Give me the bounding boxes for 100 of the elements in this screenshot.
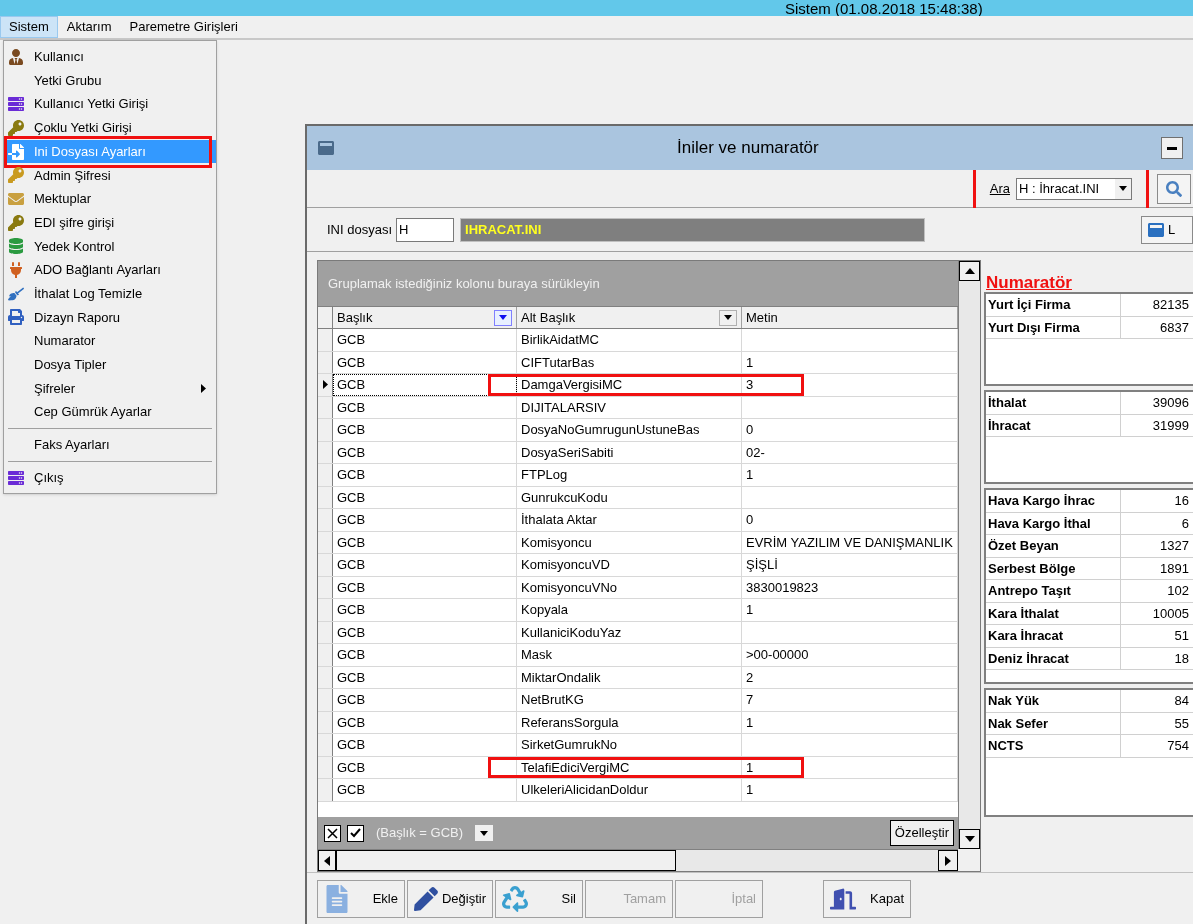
menu-item[interactable]: EDI şifre girişi xyxy=(4,210,216,235)
menu-item[interactable]: Çoklu Yetki Girişi xyxy=(4,116,216,140)
search-icon xyxy=(1166,180,1182,197)
caret-icon xyxy=(724,315,732,320)
filter-dropdown-button[interactable] xyxy=(494,309,512,326)
menu-item[interactable]: Faks Ayarları xyxy=(4,433,216,457)
window-icon xyxy=(1148,221,1164,238)
scroll-up-icon xyxy=(964,268,975,274)
table-cell: BirlikAidatMC xyxy=(517,329,742,351)
customize-button[interactable]: Özelleştir xyxy=(889,820,954,846)
menu-item[interactable]: Yedek Kontrol xyxy=(4,234,216,259)
minimize-button[interactable] xyxy=(1161,137,1183,159)
table-row[interactable]: GCB BirlikAidatMC xyxy=(318,329,958,352)
menu-bar-item[interactable]: Sistem xyxy=(0,16,58,38)
menu-item[interactable]: Mektuplar xyxy=(4,187,216,211)
menu-item-icon xyxy=(8,238,24,255)
menu-item[interactable]: Admin Şifresi xyxy=(4,163,216,188)
column-header[interactable]: Başlık xyxy=(333,307,517,328)
menu-item[interactable]: Numarator xyxy=(4,329,216,353)
table-cell: GCB xyxy=(333,734,517,756)
table-row[interactable]: GCB UlkeleriAlicidanDoldur 1 xyxy=(318,779,958,802)
numerator-label: Kara İhracat xyxy=(986,625,1121,647)
menu-item-icon xyxy=(8,309,24,326)
row-indicator[interactable] xyxy=(318,374,333,396)
menu-item[interactable]: Şifreler xyxy=(4,376,216,401)
numerator-value: 102 xyxy=(1166,582,1190,600)
table-cell: İthalata Aktar xyxy=(517,509,742,531)
table-row[interactable]: GCB Mask >00-00000 xyxy=(318,644,958,667)
menu-item[interactable]: İthalat Log Temizle xyxy=(4,281,216,306)
table-row[interactable]: GCB ReferansSorgula 1 xyxy=(318,711,958,734)
table-cell: GCB xyxy=(333,351,517,373)
table-row[interactable]: GCB KomisyoncuVNo 3830019823 xyxy=(318,576,958,599)
menu-bar-item[interactable]: Paremetre Girişleri xyxy=(120,16,247,38)
table-cell: GCB xyxy=(333,599,517,621)
table-cell: GCB xyxy=(333,396,517,418)
table-row[interactable]: GCB DamgaVergisiMC 3 xyxy=(318,374,958,397)
caret-icon xyxy=(480,830,489,836)
table-row[interactable]: GCB Komisyoncu EVRİM YAZILIM VE DANIŞMANLIK xyxy=(318,531,958,554)
filter-dropdown-button[interactable] xyxy=(475,825,494,841)
table-cell: ReferansSorgula xyxy=(517,711,742,733)
menu-item[interactable]: Yetki Grubu xyxy=(4,68,216,93)
numerator-label: Deniz İhracat xyxy=(986,647,1121,669)
menu-item[interactable]: Kullanıcı xyxy=(4,45,216,69)
menu-bar-item[interactable]: Aktarım xyxy=(57,16,121,38)
filter-checkbox[interactable] xyxy=(347,824,364,842)
toolbar-button[interactable]: Sil xyxy=(495,879,583,918)
toolbar-button[interactable]: Değiştir xyxy=(407,879,493,918)
side-button[interactable]: L xyxy=(1141,215,1193,244)
menu-item-icon xyxy=(8,143,24,160)
table-row[interactable]: GCB İthalata Aktar 0 xyxy=(318,509,958,532)
search-combo[interactable]: H : İhracat.INI xyxy=(1016,177,1132,200)
table-row[interactable]: GCB DIJITALARSIV xyxy=(318,396,958,419)
table-cell: GCB xyxy=(333,374,517,396)
table-cell: GCB xyxy=(333,509,517,531)
menu-item[interactable]: ADO Bağlantı Ayarları xyxy=(4,258,216,282)
button-icon xyxy=(414,884,438,913)
clear-filter-button[interactable] xyxy=(324,824,341,842)
table-cell: GCB xyxy=(333,666,517,688)
ini-file-name-field: IHRACAT.INI xyxy=(460,217,926,242)
table-row[interactable]: GCB KomisyoncuVD ŞİŞLİ xyxy=(318,554,958,577)
table-row[interactable]: GCB DosyaSeriSabiti 02- xyxy=(318,441,958,464)
table-cell: Mask xyxy=(517,644,742,666)
table-row[interactable]: GCB GunrukcuKodu xyxy=(318,486,958,509)
numerator-label: Hava Kargo İhrac xyxy=(986,490,1121,512)
horizontal-scrollbar[interactable] xyxy=(318,849,958,871)
menu-item[interactable]: Dizayn Raporu xyxy=(4,305,216,330)
button-icon xyxy=(324,884,350,913)
menu-item-icon xyxy=(8,119,24,136)
column-header[interactable]: Alt Başlık xyxy=(517,307,742,328)
numerator-value: 754 xyxy=(1166,737,1190,755)
toolbar-button[interactable]: Kapat xyxy=(823,879,911,918)
table-row[interactable]: GCB DosyaNoGumrugunUstuneBas 0 xyxy=(318,419,958,442)
app-title-bar: Sistem (01.08.2018 15:48:38) xyxy=(0,0,1193,16)
table-cell: NetBrutKG xyxy=(517,689,742,711)
table-row[interactable]: GCB KullaniciKoduYaz xyxy=(318,621,958,644)
table-row[interactable]: GCB MiktarOndalik 2 xyxy=(318,666,958,689)
numerator-value: 18 xyxy=(1173,649,1190,668)
table-cell: GCB xyxy=(333,779,517,801)
table-cell: GCB xyxy=(333,576,517,598)
menu-item[interactable]: Kullanıcı Yetki Girişi xyxy=(4,92,216,117)
table-row[interactable]: GCB NetBrutKG 7 xyxy=(318,689,958,712)
ini-file-field[interactable]: H xyxy=(396,217,455,242)
menu-item[interactable]: Dosya Tipler xyxy=(4,352,216,377)
menu-item[interactable]: Çıkış xyxy=(4,465,216,490)
numerator-value: 82135 xyxy=(1151,296,1190,314)
table-row[interactable]: GCB TelafiEdiciVergiMC 1 xyxy=(318,756,958,779)
search-button[interactable] xyxy=(1157,173,1191,204)
menu-item[interactable]: Cep Gümrük Ayarlar xyxy=(4,400,216,424)
toolbar-button[interactable]: Ekle xyxy=(317,879,405,918)
vertical-scrollbar[interactable] xyxy=(958,261,980,849)
numerator-value: 51 xyxy=(1173,627,1190,645)
table-row[interactable]: GCB FTPLog 1 xyxy=(318,464,958,487)
table-row[interactable]: GCB Kopyala 1 xyxy=(318,599,958,622)
table-cell: UlkeleriAlicidanDoldur xyxy=(517,779,742,801)
numerator-label: Nak Yük xyxy=(986,690,1121,712)
filter-dropdown-button[interactable] xyxy=(719,309,737,326)
table-cell: TelafiEdiciVergiMC xyxy=(517,756,742,778)
table-row[interactable]: GCB SirketGumrukNo xyxy=(318,734,958,757)
table-row[interactable]: GCB CIFTutarBas 1 xyxy=(318,351,958,374)
close-icon xyxy=(327,827,338,839)
